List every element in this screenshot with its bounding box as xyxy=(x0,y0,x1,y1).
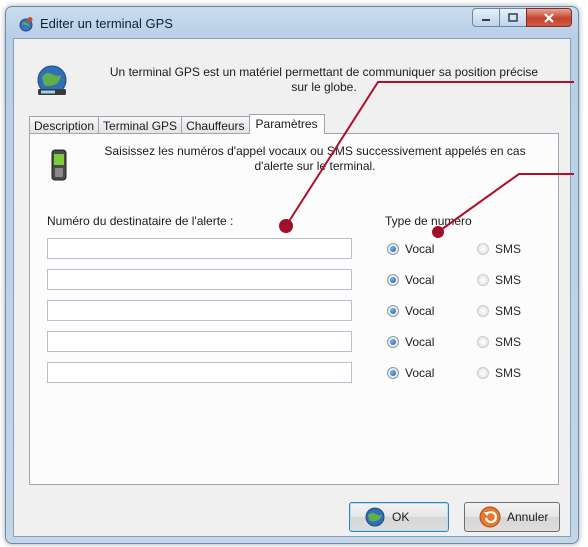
info-text: Saisissez les numéros d'appel vocaux ou … xyxy=(104,144,526,173)
radio-checked-icon xyxy=(387,336,399,348)
radio-checked-icon xyxy=(387,367,399,379)
radio-label: Vocal xyxy=(405,366,435,380)
radio-label: SMS xyxy=(495,335,522,349)
radio-label: SMS xyxy=(495,273,522,287)
radio-label: Vocal xyxy=(405,335,435,349)
radio-checked-icon xyxy=(387,305,399,317)
cancel-label: Annuler xyxy=(507,510,549,524)
maximize-icon xyxy=(508,13,518,22)
radio-unchecked-icon xyxy=(477,243,489,255)
radio-label: Vocal xyxy=(405,304,435,318)
title-bar[interactable]: Editer un terminal GPS xyxy=(6,7,578,39)
undo-icon xyxy=(479,506,501,528)
gps-app-icon xyxy=(19,17,33,32)
intro-text: Un terminal GPS est un matériel permetta… xyxy=(109,65,539,94)
phone-number-input-2[interactable] xyxy=(47,269,352,290)
radio-unchecked-icon xyxy=(477,367,489,379)
maximize-button[interactable] xyxy=(499,8,527,27)
phone-number-input-5[interactable] xyxy=(47,362,352,383)
phone-number-input-4[interactable] xyxy=(47,331,352,352)
radio-sms-5[interactable]: SMS xyxy=(477,365,521,381)
tab-description[interactable]: Description xyxy=(29,116,100,134)
radio-vocal-5[interactable]: Vocal xyxy=(387,365,434,381)
radio-vocal-4[interactable]: Vocal xyxy=(387,334,434,350)
close-icon xyxy=(544,12,554,23)
radio-checked-icon xyxy=(387,274,399,286)
minimize-button[interactable] xyxy=(472,8,500,27)
radio-unchecked-icon xyxy=(477,274,489,286)
parametres-panel: Saisissez les numéros d'appel vocaux ou … xyxy=(29,133,559,485)
radio-unchecked-icon xyxy=(477,336,489,348)
number-type-label: Type de numéro xyxy=(385,214,472,228)
radio-label: SMS xyxy=(495,304,522,318)
radio-label: Vocal xyxy=(405,273,435,287)
gps-terminal-icon xyxy=(37,65,67,95)
radio-sms-3[interactable]: SMS xyxy=(477,303,521,319)
recipient-number-label: Numéro du destinataire de l'alerte : xyxy=(47,214,234,228)
mobile-phone-icon xyxy=(51,149,67,181)
minimize-icon xyxy=(482,18,490,21)
radio-vocal-2[interactable]: Vocal xyxy=(387,272,434,288)
radio-vocal-1[interactable]: Vocal xyxy=(387,241,434,257)
ok-button[interactable]: OK xyxy=(349,502,449,532)
close-button[interactable] xyxy=(526,8,572,27)
cancel-button[interactable]: Annuler xyxy=(464,502,560,532)
radio-sms-4[interactable]: SMS xyxy=(477,334,521,350)
window-title: Editer un terminal GPS xyxy=(40,16,173,31)
radio-label: SMS xyxy=(495,366,522,380)
tab-terminal-gps[interactable]: Terminal GPS xyxy=(98,116,183,134)
phone-number-input-1[interactable] xyxy=(47,238,352,259)
radio-sms-1[interactable]: SMS xyxy=(477,241,521,257)
radio-checked-icon xyxy=(387,243,399,255)
radio-unchecked-icon xyxy=(477,305,489,317)
ok-label: OK xyxy=(392,510,410,524)
radio-label: Vocal xyxy=(405,242,435,256)
caption-buttons xyxy=(472,8,572,27)
ok-globe-icon xyxy=(365,507,385,527)
phone-number-input-3[interactable] xyxy=(47,300,352,321)
dialog-client-area: Un terminal GPS est un matériel permetta… xyxy=(13,38,571,537)
dialog-window: Editer un terminal GPS Un terminal GPS e… xyxy=(5,6,579,544)
tab-parametres[interactable]: Paramètres xyxy=(248,114,325,134)
radio-sms-2[interactable]: SMS xyxy=(477,272,521,288)
radio-label: SMS xyxy=(495,242,522,256)
tab-chauffeurs[interactable]: Chauffeurs xyxy=(181,116,250,134)
radio-vocal-3[interactable]: Vocal xyxy=(387,303,434,319)
tab-bar: Description Terminal GPS Chauffeurs Para… xyxy=(29,114,325,134)
